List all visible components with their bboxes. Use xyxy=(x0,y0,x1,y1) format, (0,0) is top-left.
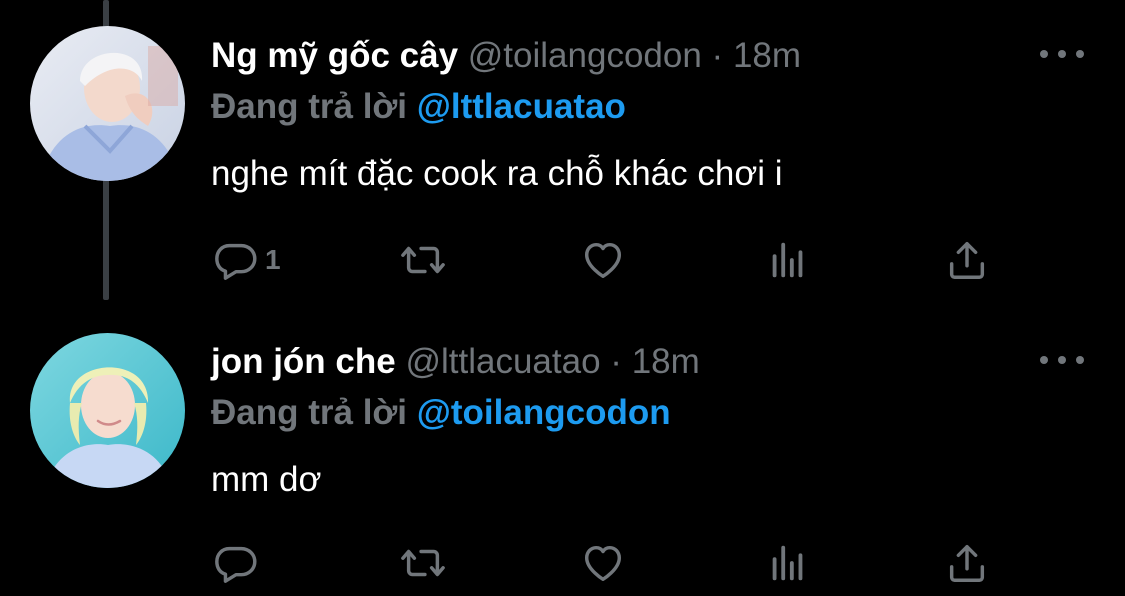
more-horizontal-icon xyxy=(1040,50,1048,58)
separator-dot: · xyxy=(610,342,622,381)
avatar[interactable] xyxy=(30,26,185,181)
replying-to: Đang trả lời @toilangcodon xyxy=(211,391,671,435)
retweet-button[interactable] xyxy=(400,538,446,588)
tweet[interactable]: Ng mỹ gốc cây @toilangcodon · 18m Đang t… xyxy=(0,0,1125,300)
replying-to-handle[interactable]: @lttlacuatao xyxy=(417,87,626,126)
share-button[interactable] xyxy=(944,538,990,588)
share-upload-icon xyxy=(949,241,985,279)
separator-dot: · xyxy=(711,36,724,75)
user-handle[interactable]: @toilangcodon xyxy=(468,36,702,75)
share-upload-icon xyxy=(949,544,985,582)
like-button[interactable] xyxy=(580,538,626,588)
timestamp[interactable]: 18m xyxy=(733,36,801,75)
retweet-icon xyxy=(401,246,445,274)
tweet-text: mm dơ xyxy=(211,460,322,499)
heart-icon xyxy=(584,242,622,279)
display-name[interactable]: Ng mỹ gốc cây xyxy=(211,36,458,75)
more-horizontal-icon xyxy=(1040,356,1048,364)
tweet-header: jon jón che @lttlacuatao · 18m xyxy=(211,340,700,384)
display-name[interactable]: jon jón che xyxy=(211,342,396,381)
reply-button[interactable] xyxy=(213,538,265,588)
tweet-text: nghe mít đặc cook ra chỗ khác chơi i xyxy=(211,154,783,193)
replying-to-label: Đang trả lời xyxy=(211,87,408,126)
more-options-button[interactable] xyxy=(1040,348,1084,372)
reply-bubble-icon xyxy=(215,243,257,280)
more-options-button[interactable] xyxy=(1040,42,1084,66)
analytics-bars-icon xyxy=(772,545,803,581)
tweet-header: Ng mỹ gốc cây @toilangcodon · 18m xyxy=(211,34,801,78)
share-button[interactable] xyxy=(944,235,990,285)
tweet-actions: 1 xyxy=(0,235,1125,285)
like-button[interactable] xyxy=(580,235,626,285)
analytics-bars-icon xyxy=(772,242,803,278)
replying-to-handle[interactable]: @toilangcodon xyxy=(417,393,671,432)
reply-button[interactable]: 1 xyxy=(213,235,281,285)
avatar[interactable] xyxy=(30,333,185,488)
heart-icon xyxy=(584,545,622,582)
reply-count: 1 xyxy=(265,244,281,275)
tweet-actions xyxy=(0,538,1125,588)
replying-to-label: Đang trả lời xyxy=(211,393,408,432)
user-handle[interactable]: @lttlacuatao xyxy=(405,342,600,381)
views-button[interactable] xyxy=(765,538,811,588)
reply-bubble-icon xyxy=(215,546,257,583)
retweet-button[interactable] xyxy=(400,235,446,285)
tweet[interactable]: jon jón che @lttlacuatao · 18m Đang trả … xyxy=(0,318,1125,596)
replying-to: Đang trả lời @lttlacuatao xyxy=(211,85,626,129)
views-button[interactable] xyxy=(765,235,811,285)
retweet-icon xyxy=(401,549,445,577)
timestamp[interactable]: 18m xyxy=(632,342,700,381)
